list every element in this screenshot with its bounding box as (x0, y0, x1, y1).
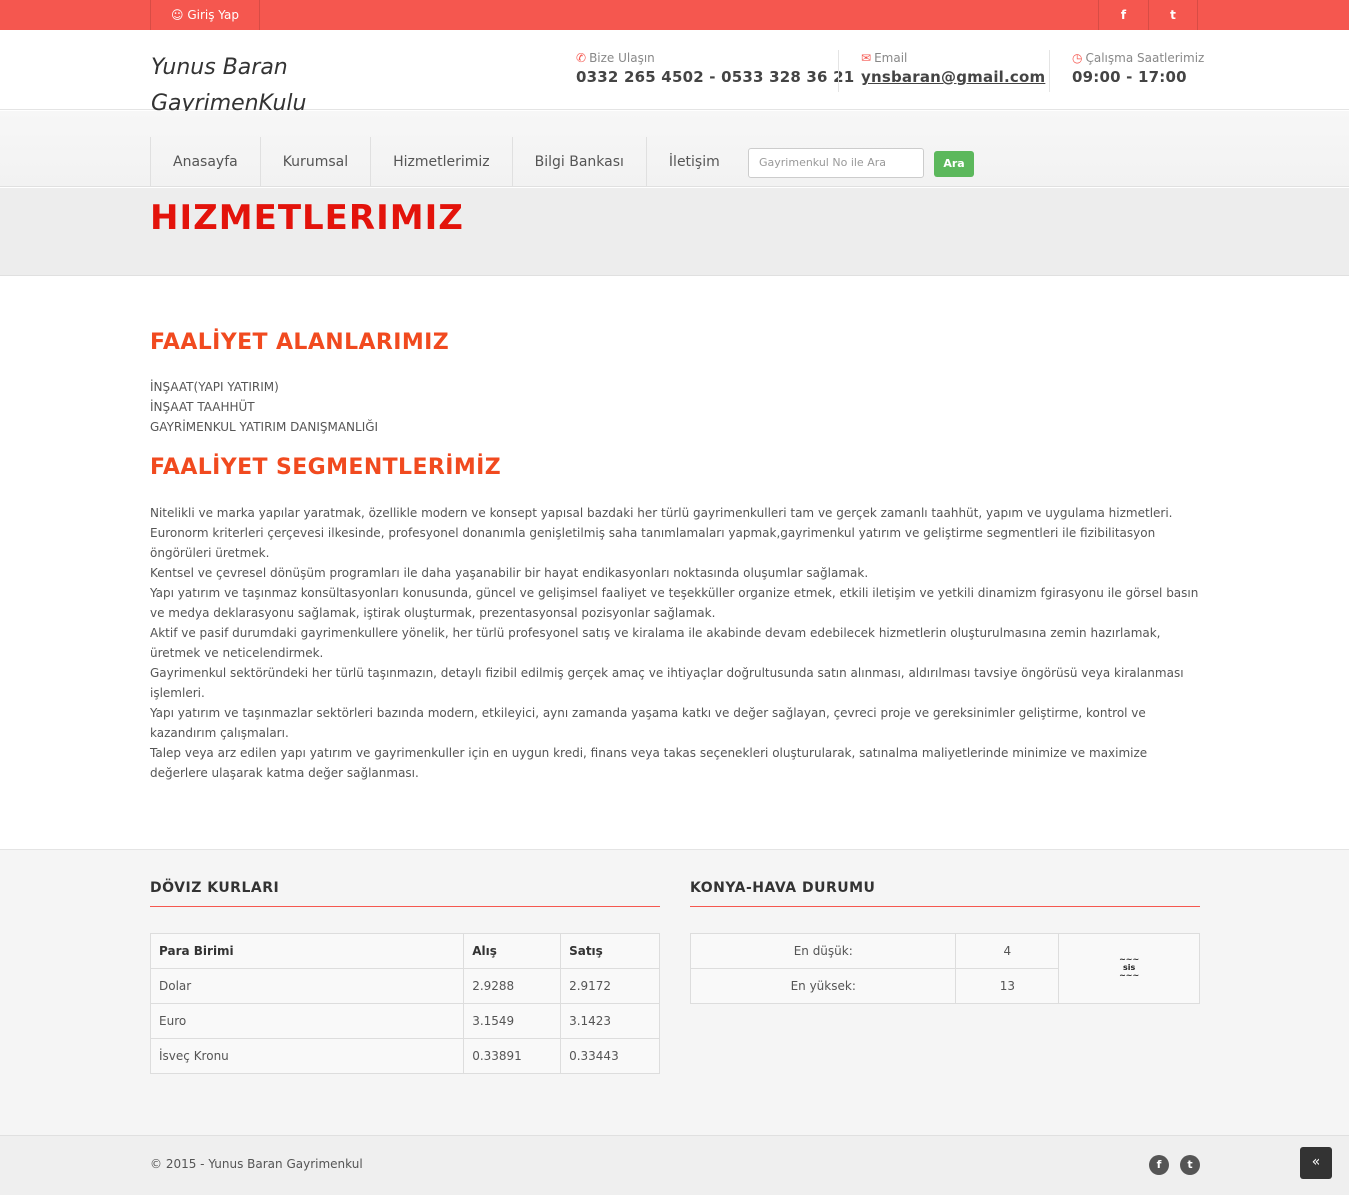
table-cell: 3.1423 (560, 1003, 660, 1039)
contact-hours: ◷ Çalışma Saatlerimiz 09:00 - 17:00 (1049, 50, 1204, 92)
table-row: Dolar 2.9288 2.9172 (149, 968, 660, 1004)
facebook-icon[interactable]: f (1098, 0, 1148, 30)
table-cell: 0.33891 (463, 1038, 562, 1074)
doviz-title: DÖVIZ KURLARI (150, 880, 280, 896)
column-header: Alış (463, 933, 562, 969)
phone-icon: ✆ (576, 51, 587, 65)
table-header-row: Para Birimi Alış Satış (149, 933, 660, 969)
user-icon: ☺ (171, 8, 184, 22)
logo-line-1: Yunus Baran (151, 55, 288, 80)
top-bar: ☺ Giriş Yap f t (0, 0, 1349, 30)
column-header: Para Birimi (149, 933, 465, 969)
segment-item: Euronorm kriterleri çerçevesi ilkesinde,… (150, 526, 1156, 560)
segment-item: Aktif ve pasif durumdaki gayrimenkullere… (150, 626, 1161, 660)
segment-item: Yapı yatırım ve taşınmazlar sektörleri b… (150, 706, 1146, 740)
scroll-top-button[interactable]: « (1300, 1147, 1332, 1179)
area-item: İNŞAAT TAAHHÜT (150, 400, 255, 414)
segments-title: FAALİYET SEGMENTLERİMİZ (150, 455, 502, 480)
hours-label: Çalışma Saatlerimiz (1085, 51, 1205, 65)
nav-item-bilgi-bankasi[interactable]: Bilgi Bankası (511, 137, 646, 187)
table-row: En düşük: 4 ~~~ sis ~~~ (689, 933, 1200, 1004)
hava-divider (690, 906, 1200, 907)
doviz-divider (150, 906, 660, 907)
search-input[interactable]: Gayrimenkul No ile Ara (748, 148, 924, 178)
table-cell: 2.9172 (560, 968, 660, 1004)
login-link[interactable]: ☺ Giriş Yap (150, 0, 260, 30)
doviz-table: Para Birimi Alış Satış Dolar 2.9288 2.91… (149, 933, 660, 1074)
table-row: Euro 3.1549 3.1423 (149, 1003, 660, 1039)
nav-items: Anasayfa Kurumsal Hizmetlerimiz Bilgi Ba… (150, 137, 742, 187)
email-link[interactable]: ynsbaran@gmail.com (861, 66, 1045, 88)
email-label: Email (874, 51, 908, 65)
min-temp-label: En düşük: (689, 933, 957, 969)
phone-label: Bize Ulaşın (589, 51, 655, 65)
main-nav: Anasayfa Kurumsal Hizmetlerimiz Bilgi Ba… (0, 111, 1349, 187)
segments-list: Nitelikli ve marka yapılar yaratmak, öze… (150, 503, 1202, 783)
area-item: GAYRİMENKUL YATIRIM DANIŞMANLIĞI (150, 420, 379, 434)
min-temp-value: 4 (955, 933, 1060, 969)
contact-phone: ✆ Bize Ulaşın 0332 265 4502 - 0533 328 36… (576, 50, 854, 88)
fog-icon: ~~~ sis ~~~ (1119, 955, 1140, 980)
table-cell: 2.9288 (463, 968, 562, 1004)
nav-item-iletisim[interactable]: İletişim (645, 137, 742, 187)
segment-item: Talep veya arz edilen yapı yatırım ve ga… (150, 746, 1148, 780)
page-title: HIZMETLERIMIZ (150, 198, 464, 238)
footer-twitter-icon[interactable]: t (1180, 1155, 1200, 1175)
weather-icon-cell: ~~~ sis ~~~ (1058, 933, 1200, 1004)
table-cell: 3.1549 (463, 1003, 562, 1039)
segment-item: Yapı yatırım ve taşınmaz konsültasyonlar… (150, 586, 1199, 620)
site-header: Yunus Baran GayrimenKulu ✆ Bize Ulaşın 03… (0, 30, 1349, 116)
login-label: Giriş Yap (187, 8, 239, 22)
max-temp-value: 13 (955, 968, 1060, 1004)
search-button[interactable]: Ara (934, 151, 974, 177)
segment-item: Gayrimenkul sektöründeki her türlü taşın… (150, 666, 1184, 700)
contact-email: ✉ Email ynsbaran@gmail.com (838, 50, 1045, 92)
segment-item: Nitelikli ve marka yapılar yaratmak, öze… (150, 506, 1173, 520)
envelope-icon: ✉ (861, 51, 872, 65)
table-cell: Dolar (149, 968, 465, 1004)
twitter-icon[interactable]: t (1148, 0, 1198, 30)
phone-value: 0332 265 4502 - 0533 328 36 21 (576, 68, 855, 86)
hava-table: En düşük: 4 ~~~ sis ~~~ En yüksek: 13 (689, 933, 1200, 1004)
nav-item-anasayfa[interactable]: Anasayfa (150, 137, 260, 187)
copyright: © 2015 - Yunus Baran Gayrimenkul (150, 1157, 363, 1171)
hava-title: KONYA-HAVA DURUMU (690, 880, 876, 896)
page-title-band: HIZMETLERIMIZ (0, 188, 1349, 276)
areas-list: İNŞAAT(YAPI YATIRIM) İNŞAAT TAAHHÜT GAYR… (150, 377, 378, 437)
table-cell: İsveç Kronu (149, 1038, 465, 1074)
table-cell: 0.33443 (560, 1038, 660, 1074)
area-item: İNŞAAT(YAPI YATIRIM) (150, 380, 279, 394)
footer-facebook-icon[interactable]: f (1149, 1155, 1169, 1175)
nav-item-kurumsal[interactable]: Kurumsal (259, 137, 370, 187)
table-row: İsveç Kronu 0.33891 0.33443 (149, 1038, 660, 1074)
nav-item-hizmetlerimiz[interactable]: Hizmetlerimiz (370, 137, 512, 187)
hours-value: 09:00 - 17:00 (1072, 68, 1187, 86)
areas-title: FAALİYET ALANLARIMIZ (150, 330, 450, 355)
clock-icon: ◷ (1072, 51, 1083, 65)
max-temp-label: En yüksek: (689, 968, 957, 1004)
table-cell: Euro (149, 1003, 465, 1039)
segment-item: Kentsel ve çevresel dönüşüm programları … (150, 566, 869, 580)
column-header: Satış (560, 933, 660, 969)
